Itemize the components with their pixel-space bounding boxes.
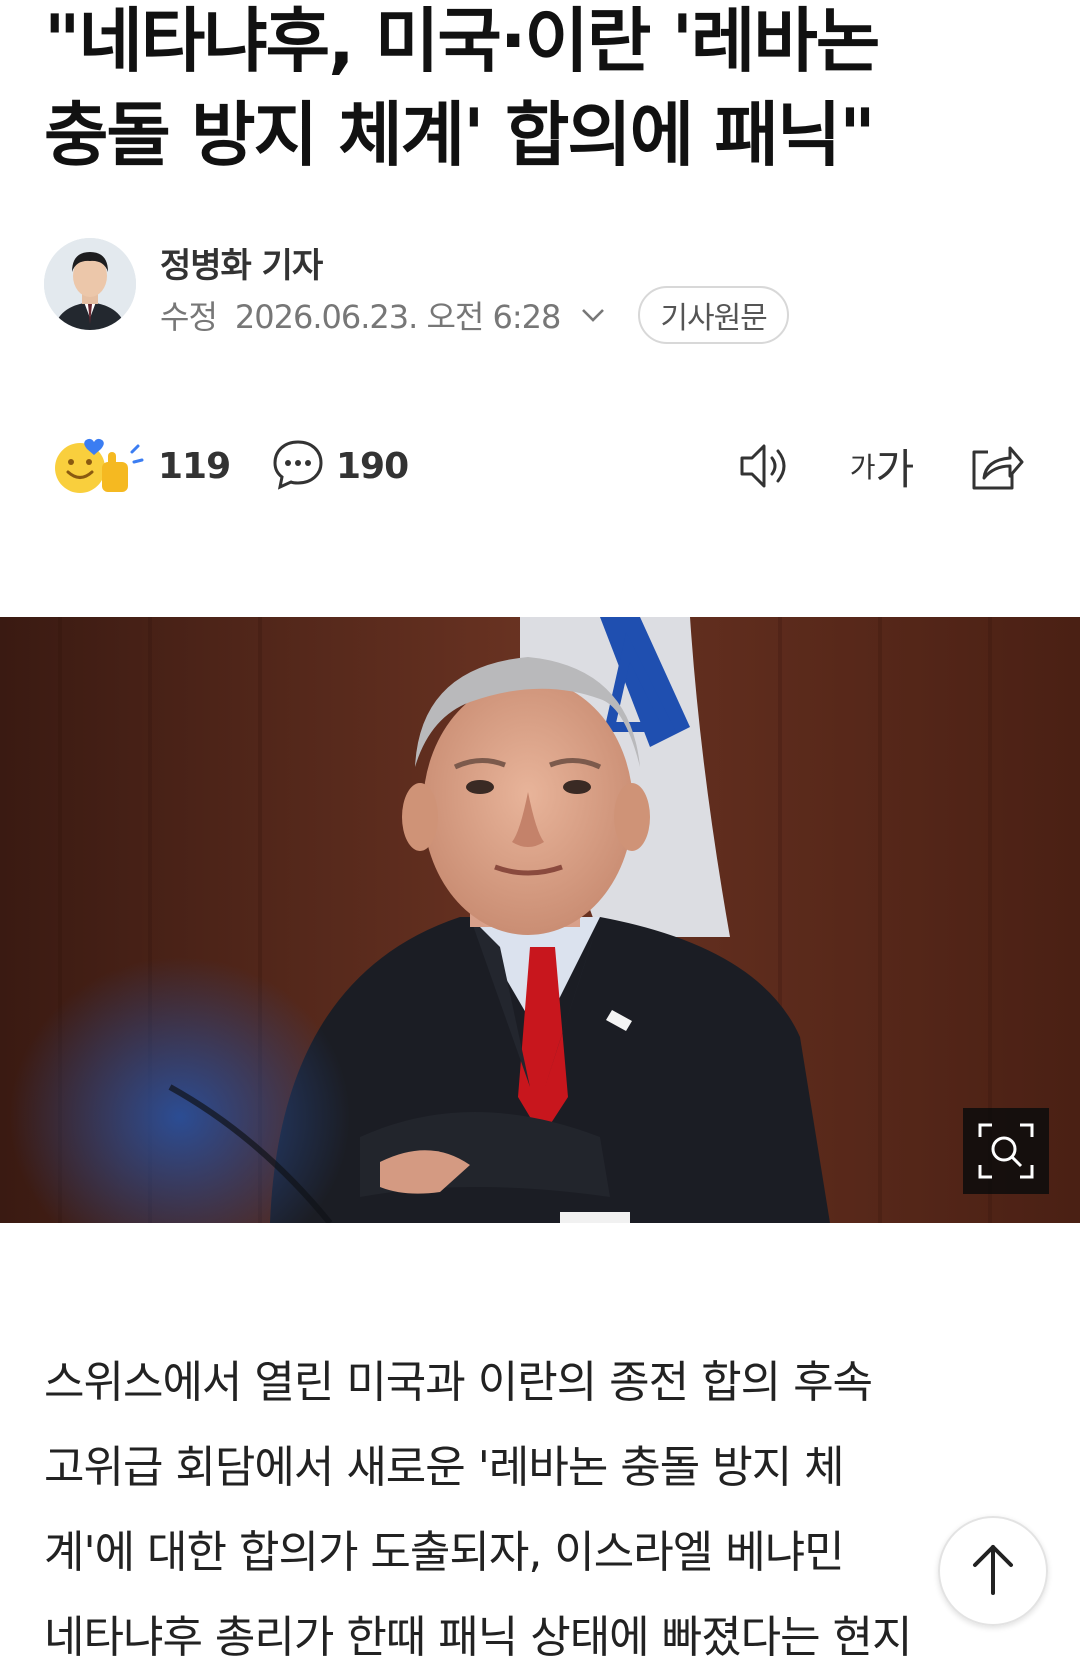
scroll-to-top-button[interactable] bbox=[938, 1516, 1048, 1626]
reaction-button[interactable]: 119 bbox=[52, 428, 231, 504]
article-toolbar: 119 190 가 가 bbox=[52, 430, 1032, 502]
modified-label: 수정 bbox=[160, 298, 218, 336]
chevron-down-icon[interactable] bbox=[576, 298, 610, 332]
article-photo[interactable] bbox=[0, 617, 1080, 1223]
body-line-1: 스위스에서 열린 미국과 이란의 종전 합의 후속 bbox=[44, 1357, 873, 1408]
reporter-avatar[interactable] bbox=[44, 238, 136, 330]
comment-count: 190 bbox=[336, 445, 409, 487]
original-article-button[interactable]: 기사원문 bbox=[638, 286, 789, 344]
font-size-small-label: 가 bbox=[849, 451, 876, 484]
font-size-icon[interactable]: 가 가 bbox=[849, 438, 915, 494]
reaction-count: 119 bbox=[158, 445, 231, 487]
body-line-2: 고위급 회담에서 새로운 '레바논 충돌 방지 체 bbox=[44, 1442, 845, 1493]
share-icon[interactable] bbox=[966, 438, 1026, 494]
headline-line-2: 충돌 방지 체계' 합의에 패닉" bbox=[44, 94, 876, 176]
byline: 정병화 기자 수정 2026.06.23. 오전 6:28 기사원문 bbox=[44, 238, 1044, 344]
headline-line-1: "네타냐후, 미국·이란 '레바논 bbox=[44, 0, 880, 82]
comment-button[interactable]: 190 bbox=[270, 430, 409, 502]
article-headline: "네타냐후, 미국·이란 '레바논 충돌 방지 체계' 합의에 패닉" bbox=[44, 0, 1054, 182]
font-size-big-label: 가 bbox=[875, 444, 915, 494]
reporter-name[interactable]: 정병화 기자 bbox=[160, 238, 323, 287]
speaker-icon[interactable] bbox=[736, 438, 796, 494]
article-page: "네타냐후, 미국·이란 '레바논 충돌 방지 체계' 합의에 패닉" 정병화 … bbox=[0, 0, 1080, 1656]
body-line-4: 네타냐후 총리가 한때 패닉 상태에 빠졌다는 현지 bbox=[44, 1612, 913, 1656]
body-line-3: 계'에 대한 합의가 도출되자, 이스라엘 베냐민 bbox=[44, 1527, 845, 1578]
reaction-emoji-icon bbox=[52, 428, 146, 504]
arrow-up-icon bbox=[969, 1541, 1017, 1601]
meta-row: 수정 2026.06.23. 오전 6:28 기사원문 bbox=[160, 284, 789, 346]
comment-bubble-icon bbox=[270, 436, 326, 496]
article-datetime: 2026.06.23. 오전 6:28 bbox=[234, 298, 561, 336]
article-body: 스위스에서 열린 미국과 이란의 종전 합의 후속 고위급 회담에서 새로운 '… bbox=[44, 1340, 1004, 1656]
zoom-search-icon[interactable] bbox=[963, 1108, 1049, 1194]
